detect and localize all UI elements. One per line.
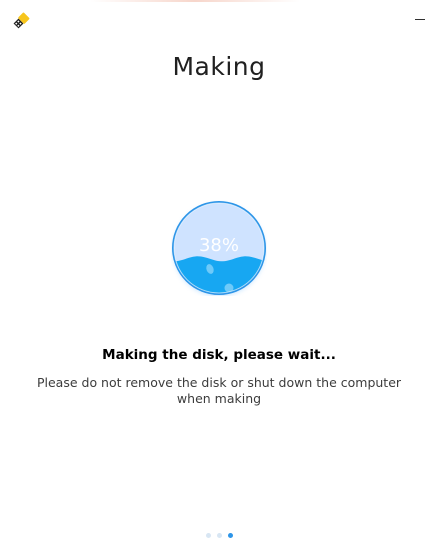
usb-disk-writer-icon [11, 11, 31, 31]
status-text: Making the disk, please wait... [102, 347, 336, 363]
minimize-icon [415, 18, 425, 20]
step-dot [216, 533, 222, 538]
progress-percent-label: 38% [198, 235, 239, 256]
minimize-button[interactable] [408, 8, 432, 30]
step-indicator [0, 533, 438, 538]
page-title: Making [172, 52, 266, 81]
step-dot [205, 533, 211, 538]
progress-indicator: 38% [171, 200, 267, 296]
step-dot [227, 533, 233, 538]
hint-text: Please do not remove the disk or shut do… [36, 375, 402, 406]
app-window: Making 38% Making the disk, please wait.… [0, 0, 438, 549]
titlebar-highlight [90, 0, 300, 2]
